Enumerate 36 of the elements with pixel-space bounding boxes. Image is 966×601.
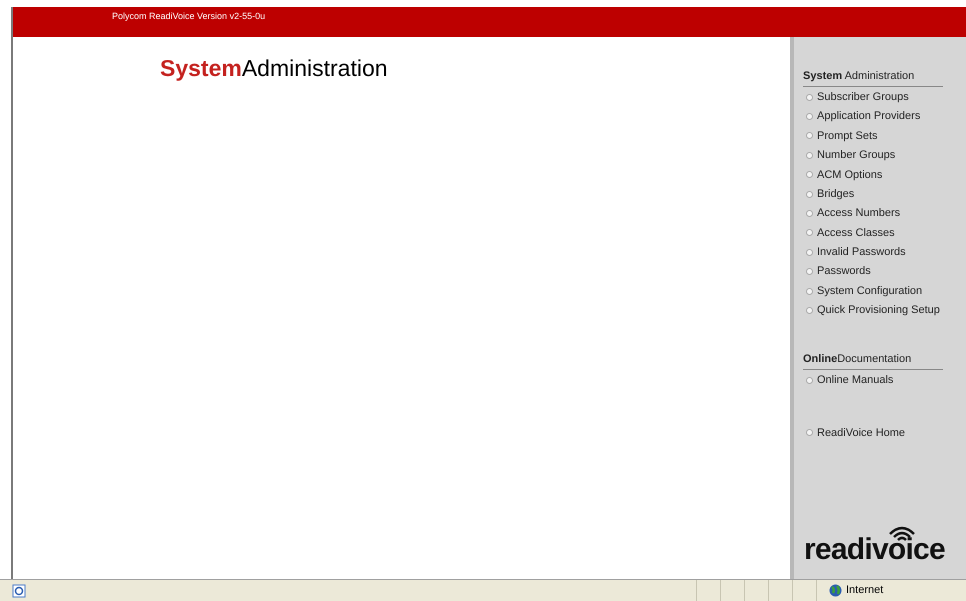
nav-link[interactable]: ACM Options xyxy=(803,165,966,184)
nav-link[interactable]: Prompt Sets xyxy=(803,126,966,146)
bullet-icon xyxy=(806,113,813,120)
nav-link[interactable]: Number Groups xyxy=(803,146,966,166)
nav-link[interactable]: Application Providers xyxy=(803,106,966,126)
nav-link[interactable]: Online Manuals xyxy=(803,370,966,390)
version-text: Polycom ReadiVoice Version v2-55-0u xyxy=(112,10,266,23)
bullet-icon xyxy=(806,190,813,198)
bullet-icon xyxy=(806,268,813,276)
nav-link[interactable]: ReadiVoice Home xyxy=(803,423,966,442)
bullet-icon xyxy=(806,229,813,236)
nav-link[interactable]: Access Numbers xyxy=(803,204,966,224)
bullet-icon xyxy=(806,248,813,256)
nav-link[interactable]: Subscriber Groups xyxy=(803,88,966,107)
bullet-icon xyxy=(806,152,813,159)
nav-link[interactable]: Invalid Passwords xyxy=(803,242,966,262)
bullet-icon xyxy=(806,376,813,384)
bullet-icon xyxy=(806,306,813,314)
nav-link[interactable]: Bridges xyxy=(803,184,966,204)
section-heading: OnlineDocumentation xyxy=(803,351,943,370)
bullet-icon xyxy=(806,171,813,178)
bullet-icon xyxy=(806,210,813,218)
nav-link[interactable]: Quick Provisioning Setup xyxy=(803,300,966,320)
nav-link[interactable]: Passwords xyxy=(803,262,966,282)
page-icon xyxy=(12,584,26,598)
zone-text: Internet xyxy=(846,583,884,598)
bullet-icon xyxy=(806,94,813,101)
nav-link[interactable]: Access Classes xyxy=(803,223,966,243)
section-heading: System Administration xyxy=(803,68,943,86)
bullet-icon xyxy=(806,132,813,140)
nav-link[interactable]: System Configuration xyxy=(803,281,966,301)
bullet-icon xyxy=(806,429,813,436)
bullet-icon xyxy=(806,288,813,295)
page-title: SystemAdministration xyxy=(160,57,388,80)
globe-icon xyxy=(829,584,842,597)
readivoice-logo: readivoice xyxy=(804,535,945,565)
